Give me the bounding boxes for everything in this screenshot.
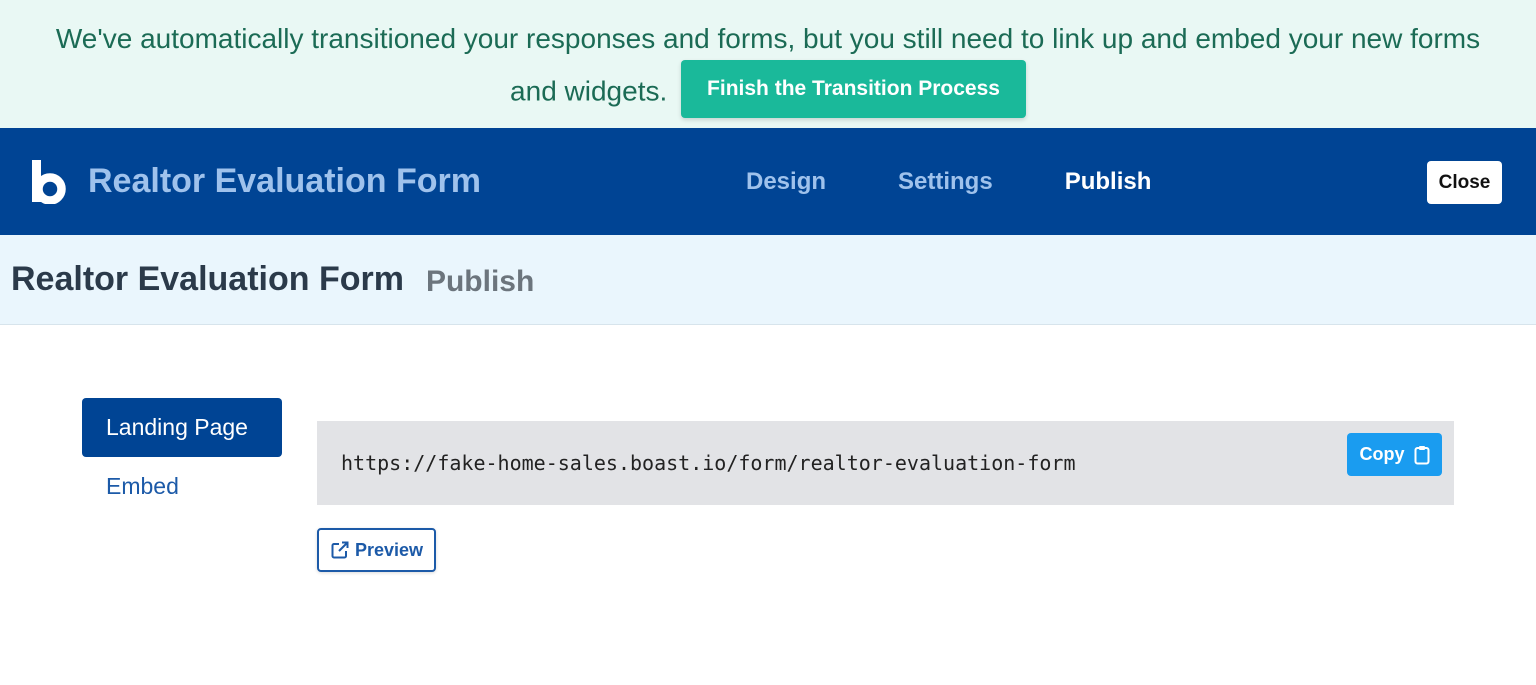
page-header: Realtor Evaluation Form Publish bbox=[0, 235, 1536, 325]
main-nav: Design Settings Publish bbox=[710, 128, 1187, 235]
page-subtitle: Publish bbox=[425, 264, 535, 298]
transition-banner: We've automatically transitioned your re… bbox=[0, 0, 1536, 128]
tab-settings[interactable]: Settings bbox=[862, 128, 1029, 235]
tab-publish[interactable]: Publish bbox=[1029, 128, 1188, 235]
clipboard-icon bbox=[1414, 445, 1429, 464]
external-link-icon bbox=[331, 541, 349, 559]
close-button[interactable]: Close bbox=[1427, 161, 1502, 204]
form-url[interactable]: https://fake-home-sales.boast.io/form/re… bbox=[341, 421, 1076, 505]
preview-label: Preview bbox=[354, 539, 424, 560]
banner-message-wrap: We've automatically transitioned your re… bbox=[0, 14, 1536, 122]
publish-sidebar: Landing Page Embed bbox=[82, 398, 282, 516]
app-title: Realtor Evaluation Form bbox=[88, 162, 481, 200]
copy-button[interactable]: Copy bbox=[1347, 433, 1442, 476]
top-navbar: Realtor Evaluation Form Design Settings … bbox=[0, 128, 1536, 235]
sidebar-item-embed[interactable]: Embed bbox=[82, 457, 282, 516]
sidebar-item-landing-page[interactable]: Landing Page bbox=[82, 398, 282, 457]
url-box: https://fake-home-sales.boast.io/form/re… bbox=[317, 421, 1454, 505]
copy-label: Copy bbox=[1359, 444, 1405, 464]
tab-design[interactable]: Design bbox=[710, 128, 862, 235]
page-title: Realtor Evaluation Form bbox=[11, 260, 404, 298]
finish-transition-button[interactable]: Finish the Transition Process bbox=[681, 60, 1026, 118]
preview-button[interactable]: Preview bbox=[317, 528, 436, 572]
boast-logo-icon[interactable] bbox=[30, 160, 66, 204]
